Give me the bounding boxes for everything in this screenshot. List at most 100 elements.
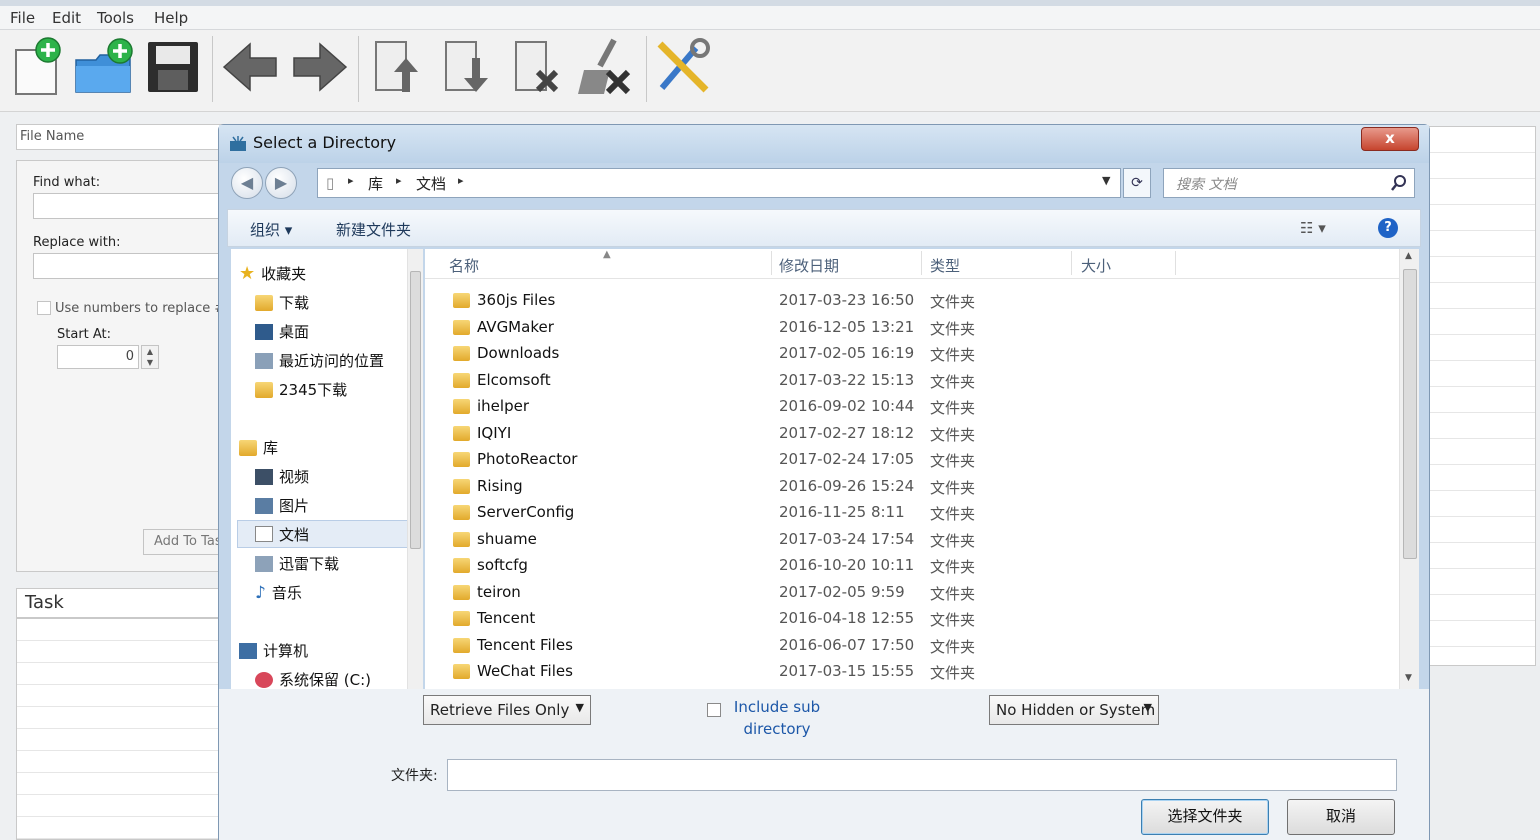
settings-tools-icon[interactable] [652, 36, 714, 98]
select-directory-dialog: Select a Directory x ◀ ▶ ▯ ▸ 库 ▸ 文档 ▸ ▼ … [218, 124, 1430, 840]
file-row[interactable]: WeChat Files 2017-03-15 15:55 文件夹 [425, 658, 1419, 685]
file-type: 文件夹 [930, 478, 976, 497]
hidden-files-dropdown[interactable]: No Hidden or System ▼ [989, 695, 1159, 725]
search-input[interactable]: 搜索 文档 [1163, 168, 1415, 198]
column-divider[interactable] [1175, 251, 1176, 275]
file-row[interactable]: shuame 2017-03-24 17:54 文件夹 [425, 526, 1419, 553]
nav-item-drive-c[interactable]: 系统保留 (C:) [255, 669, 371, 690]
forward-arrow-icon[interactable] [288, 36, 350, 98]
file-grid[interactable] [1428, 126, 1536, 666]
menu-help[interactable]: Help [154, 9, 188, 27]
column-size[interactable]: 大小 [1081, 255, 1111, 276]
nav-favorites-header[interactable]: ★ 收藏夹 [239, 263, 306, 284]
column-type[interactable]: 类型 [930, 255, 960, 276]
file-row[interactable]: Downloads 2017-02-05 16:19 文件夹 [425, 340, 1419, 367]
nav-computer-header[interactable]: 计算机 [239, 640, 308, 661]
file-date: 2017-03-15 15:55 [779, 662, 915, 680]
breadcrumb-documents[interactable]: 文档 [416, 173, 446, 194]
new-task-icon[interactable] [8, 36, 70, 98]
cancel-button[interactable]: 取消 [1287, 799, 1395, 835]
file-row[interactable]: ServerConfig 2016-11-25 8:11 文件夹 [425, 499, 1419, 526]
menu-edit[interactable]: Edit [52, 9, 81, 27]
nav-item-documents[interactable]: 文档 [237, 520, 413, 548]
file-row[interactable]: Rising 2016-09-26 15:24 文件夹 [425, 473, 1419, 500]
select-folder-button[interactable]: 选择文件夹 [1141, 799, 1269, 835]
nav-libraries-header[interactable]: 库 [239, 437, 278, 458]
nav-item-music[interactable]: ♪ 音乐 [255, 582, 302, 603]
scroll-up-arrow[interactable]: ▲ [1405, 251, 1412, 261]
file-row[interactable]: 360js Files 2017-03-23 16:50 文件夹 [425, 287, 1419, 314]
folder-icon [453, 372, 470, 388]
start-at-input[interactable]: 0 [57, 345, 139, 369]
move-down-icon[interactable] [436, 36, 498, 98]
file-name: shuame [477, 529, 537, 548]
scroll-down-arrow[interactable]: ▼ [1405, 673, 1412, 683]
file-row[interactable]: PhotoReactor 2017-02-24 17:05 文件夹 [425, 446, 1419, 473]
include-subdirectory-checkbox[interactable] [707, 703, 721, 717]
move-up-icon[interactable] [366, 36, 428, 98]
nav-item-2345-downloads[interactable]: 2345下载 [255, 379, 347, 400]
menu-file[interactable]: File [10, 9, 35, 27]
help-button[interactable]: ? [1378, 218, 1398, 238]
file-row[interactable]: AVGMaker 2016-12-05 13:21 文件夹 [425, 314, 1419, 341]
file-type: 文件夹 [930, 293, 976, 311]
navigation-scrollbar-thumb[interactable] [410, 271, 421, 549]
include-subdirectory-label[interactable]: Include sub directory [727, 696, 827, 740]
column-divider[interactable] [921, 251, 922, 275]
chevron-down-icon[interactable]: ▼ [1102, 174, 1110, 187]
search-icon[interactable] [1391, 175, 1407, 191]
file-name: IQIYI [477, 423, 512, 442]
file-list-scrollbar[interactable]: ▲ ▼ [1399, 249, 1419, 689]
task-list[interactable] [16, 618, 226, 840]
use-numbers-checkbox[interactable] [37, 301, 51, 315]
file-name: Tencent [477, 609, 536, 627]
file-row[interactable]: Tencent Files 2016-06-07 17:50 文件夹 [425, 632, 1419, 659]
menu-bar: File Edit Tools Help [0, 6, 1540, 30]
file-row[interactable]: softcfg 2016-10-20 10:11 文件夹 [425, 552, 1419, 579]
nav-item-videos[interactable]: 视频 [255, 466, 309, 487]
save-icon[interactable] [142, 36, 204, 98]
menu-tools[interactable]: Tools [97, 9, 134, 27]
replace-with-input[interactable] [33, 253, 223, 279]
column-date[interactable]: 修改日期 [779, 255, 839, 276]
file-list-scrollbar-thumb[interactable] [1403, 269, 1417, 559]
column-divider[interactable] [771, 251, 772, 275]
column-header-row: 名称 ▲ 修改日期 类型 大小 [425, 249, 1419, 279]
new-folder-icon[interactable] [74, 36, 136, 98]
folder-input[interactable] [447, 759, 1397, 791]
forward-button[interactable]: ▶ [265, 167, 297, 199]
new-folder-button[interactable]: 新建文件夹 [336, 219, 411, 240]
nav-item-recent-places[interactable]: 最近访问的位置 [255, 350, 384, 371]
nav-item-downloads[interactable]: 下载 [255, 292, 309, 313]
refresh-button[interactable]: ⟳ [1123, 168, 1151, 198]
retrieve-mode-dropdown[interactable]: Retrieve Files Only ▼ [423, 695, 591, 725]
address-bar[interactable]: ▯ ▸ 库 ▸ 文档 ▸ ▼ [317, 168, 1121, 198]
clear-icon[interactable] [574, 36, 636, 98]
desktop-icon [255, 323, 273, 340]
download-folder-icon [255, 294, 273, 311]
column-name[interactable]: 名称 [449, 255, 479, 276]
find-what-input[interactable] [33, 193, 223, 219]
view-options-icon[interactable]: ☷ ▾ [1300, 219, 1326, 237]
column-divider[interactable] [1071, 251, 1072, 275]
start-at-spinner[interactable]: ▲ ▼ [141, 345, 159, 369]
back-arrow-icon[interactable] [220, 36, 282, 98]
organize-button[interactable]: 组织 ▾ [250, 219, 292, 240]
close-button[interactable]: x [1361, 127, 1419, 151]
nav-item-thunder-downloads[interactable]: 迅雷下载 [255, 553, 339, 574]
file-row[interactable]: IQIYI 2017-02-27 18:12 文件夹 [425, 420, 1419, 447]
back-button[interactable]: ◀ [231, 167, 263, 199]
file-row[interactable]: ihelper 2016-09-02 10:44 文件夹 [425, 393, 1419, 420]
file-row[interactable]: Elcomsoft 2017-03-22 15:13 文件夹 [425, 367, 1419, 394]
document-icon [255, 526, 273, 542]
remove-icon[interactable] [506, 36, 568, 98]
replace-with-label: Replace with: [33, 235, 121, 250]
nav-item-desktop[interactable]: 桌面 [255, 321, 309, 342]
nav-item-pictures[interactable]: 图片 [255, 495, 309, 516]
file-row[interactable]: Tencent 2016-04-18 12:55 文件夹 [425, 605, 1419, 632]
breadcrumb-libraries[interactable]: 库 [368, 173, 383, 194]
file-row[interactable]: teiron 2017-02-05 9:59 文件夹 [425, 579, 1419, 606]
navigation-scrollbar[interactable] [407, 249, 423, 689]
computer-icon [239, 642, 257, 659]
dialog-title-bar[interactable]: Select a Directory x [219, 125, 1429, 163]
